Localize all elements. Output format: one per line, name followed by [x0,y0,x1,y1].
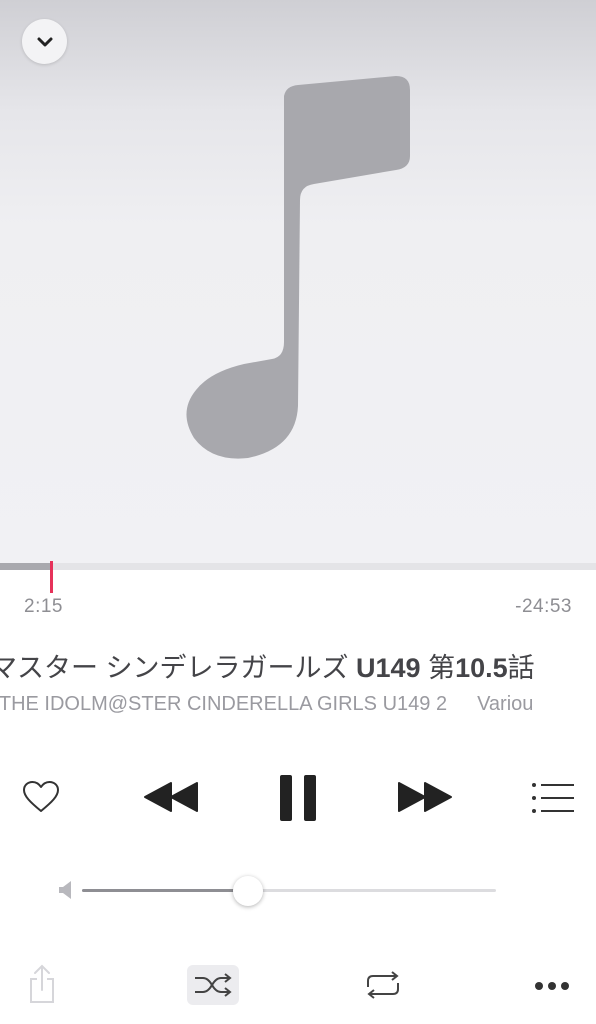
volume-fill [82,889,248,892]
elapsed-time: 2:15 [24,596,63,617]
pause-button[interactable] [276,772,320,824]
more-button[interactable] [532,974,572,998]
volume-control [58,875,498,906]
song-subtitle: - THE IDOLM@STER CINDERELLA GIRLS U149 2… [0,693,533,716]
queue-button[interactable] [530,778,576,818]
volume-slider[interactable] [82,876,496,906]
song-title-part: 10.5 [455,653,508,683]
fast-forward-icon [398,782,452,812]
song-title-part: 第 [420,653,456,683]
pause-icon [280,775,316,821]
progress-bar[interactable] [0,561,596,593]
speaker-icon [59,881,71,899]
song-title-part: 話 [507,653,535,683]
repeat-button[interactable] [360,966,406,1004]
progress-fill [0,563,51,570]
album-name: - THE IDOLM@STER CINDERELLA GIRLS U149 2 [0,693,448,715]
share-icon [30,964,54,1003]
album-artwork [0,0,596,563]
song-title-part: U149 [356,653,421,683]
remaining-time: -24:53 [515,596,572,617]
artist-name: Variou [477,693,534,715]
list-icon [532,783,574,813]
more-icon [535,982,569,990]
share-button[interactable] [26,962,58,1006]
shuffle-icon [195,973,232,997]
music-note-icon [186,76,410,459]
rewind-icon [144,782,198,812]
song-title-part: マスター シンデレラガールズ [0,653,357,683]
previous-button[interactable] [142,776,200,818]
shuffle-toggle[interactable] [190,968,236,1002]
song-title: マスター シンデレラガールズ U149 第10.5話 [0,646,535,685]
volume-knob[interactable] [232,876,263,906]
love-button[interactable] [20,776,62,818]
progress-playhead[interactable] [50,561,54,593]
heart-icon [23,781,59,812]
collapse-button[interactable] [22,19,67,64]
next-button[interactable] [396,776,454,818]
repeat-icon [367,971,399,999]
chevron-down-icon [37,37,52,46]
